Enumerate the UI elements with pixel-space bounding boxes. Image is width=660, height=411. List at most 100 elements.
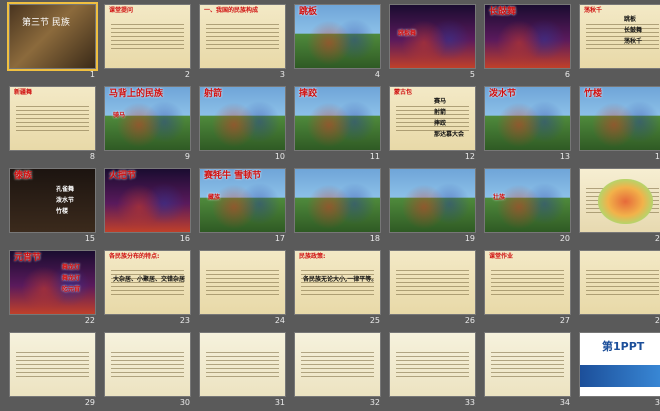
slide-number: 17: [275, 234, 285, 243]
slide-thumbnail-28[interactable]: 28: [576, 248, 660, 329]
slide-thumbnail-32[interactable]: 32: [291, 330, 386, 411]
slide-preview[interactable]: 赛牦牛 雪顿节藏族: [199, 168, 286, 233]
slide-thumbnail-30[interactable]: 30: [101, 330, 196, 411]
slide-number: 29: [85, 398, 95, 407]
slide-preview[interactable]: 马背上的民族骑马: [104, 86, 191, 151]
logo-banner: [580, 365, 660, 387]
slide-text: 跳板舞: [398, 31, 416, 37]
slide-thumbnail-5[interactable]: 跳板舞5: [386, 2, 481, 83]
slide-preview[interactable]: 壮族: [484, 168, 571, 233]
slide-thumbnail-11[interactable]: 摔跤 11: [291, 84, 386, 165]
slide-thumbnail-9[interactable]: 马背上的民族骑马9: [101, 84, 196, 165]
slide-thumbnail-2[interactable]: 课堂提问2: [101, 2, 196, 83]
slide-title: 长鼓舞: [489, 8, 516, 17]
slide-text: 各民族无论大小,一律平等。: [303, 277, 377, 283]
slide-thumbnail-19[interactable]: 19: [386, 166, 481, 247]
slide-preview[interactable]: 各民族分布的特点:大杂居、小聚居、交错杂居: [104, 250, 191, 315]
slide-number: 11: [370, 152, 380, 161]
slide-thumbnail-10[interactable]: 射箭10: [196, 84, 291, 165]
slide-preview[interactable]: 傣族孔雀舞泼水节竹楼: [9, 168, 96, 233]
slide-preview[interactable]: 射箭: [199, 86, 286, 151]
slide-title: 第1PPT: [602, 341, 644, 353]
slide-preview[interactable]: [294, 332, 381, 397]
slide-thumbnail-4[interactable]: 跳板4: [291, 2, 386, 83]
slide-title: 摔跤: [299, 90, 317, 99]
slide-thumbnail-6[interactable]: 长鼓舞 6: [481, 2, 576, 83]
slide-preview[interactable]: [9, 332, 96, 397]
slide-number: 30: [180, 398, 190, 407]
slide-preview[interactable]: [579, 168, 660, 233]
slide-number: 28: [655, 316, 660, 325]
slide-thumbnail-14[interactable]: 竹楼14: [576, 84, 660, 165]
slide-text: 骑马: [113, 113, 125, 119]
slide-thumbnail-1[interactable]: 第三节 民族1: [6, 2, 101, 83]
slide-thumbnail-15[interactable]: 傣族孔雀舞泼水节竹楼15: [6, 166, 101, 247]
slide-number: 21: [655, 234, 660, 243]
slide-preview[interactable]: 一、我国的民族构成: [199, 4, 286, 69]
slide-preview[interactable]: 课堂提问: [104, 4, 191, 69]
slide-thumbnail-27[interactable]: 课堂作业27: [481, 248, 576, 329]
slide-text: 大杂居、小聚居、交错杂居: [113, 277, 185, 283]
slide-thumbnail-22[interactable]: 元宵节舞龙灯舞龙灯吃元宵22: [6, 248, 101, 329]
slide-preview[interactable]: 第三节 民族: [9, 4, 96, 69]
text-lines: [206, 21, 279, 52]
slide-thumbnail-12[interactable]: 蒙古包赛马射箭摔跤那达慕大会12: [386, 84, 481, 165]
slide-thumbnail-21[interactable]: 21: [576, 166, 660, 247]
slide-preview[interactable]: 课堂作业: [484, 250, 571, 315]
slide-preview[interactable]: [389, 168, 476, 233]
slide-preview[interactable]: 蒙古包赛马射箭摔跤那达慕大会: [389, 86, 476, 151]
slide-thumbnail-13[interactable]: 泼水节13: [481, 84, 576, 165]
slide-preview[interactable]: 长鼓舞: [484, 4, 571, 69]
slide-preview[interactable]: [294, 168, 381, 233]
slide-number: 35: [655, 398, 660, 407]
slide-thumbnail-24[interactable]: 24: [196, 248, 291, 329]
slide-thumbnail-26[interactable]: 26: [386, 248, 481, 329]
slide-preview[interactable]: [199, 250, 286, 315]
slide-text: 射箭: [434, 110, 446, 116]
slide-preview[interactable]: 跳板: [294, 4, 381, 69]
slide-number: 6: [565, 70, 570, 79]
slide-text: 吃元宵: [62, 287, 80, 293]
slide-preview[interactable]: 第1PPT: [579, 332, 660, 397]
slide-preview[interactable]: 泼水节: [484, 86, 571, 151]
slide-number: 31: [275, 398, 285, 407]
slide-preview[interactable]: 元宵节舞龙灯舞龙灯吃元宵: [9, 250, 96, 315]
slide-preview[interactable]: [104, 332, 191, 397]
slide-preview[interactable]: [199, 332, 286, 397]
slide-thumbnail-7[interactable]: 荡秋千跳板长鼓舞荡秋千7: [576, 2, 660, 83]
slide-title: 民族政策:: [299, 254, 325, 260]
slide-thumbnail-23[interactable]: 各民族分布的特点:大杂居、小聚居、交错杂居23: [101, 248, 196, 329]
slide-preview[interactable]: 荡秋千跳板长鼓舞荡秋千: [579, 4, 660, 69]
slide-text: 舞龙灯: [62, 276, 80, 282]
slide-preview[interactable]: 民族政策: 各民族无论大小,一律平等。: [294, 250, 381, 315]
slide-preview[interactable]: 竹楼: [579, 86, 660, 151]
text-lines: [586, 267, 659, 298]
slide-preview[interactable]: 新疆舞: [9, 86, 96, 151]
slide-number: 3: [280, 70, 285, 79]
slide-number: 20: [560, 234, 570, 243]
slide-preview[interactable]: 火把节: [104, 168, 191, 233]
slide-thumbnail-20[interactable]: 壮族20: [481, 166, 576, 247]
slide-preview[interactable]: 摔跤: [294, 86, 381, 151]
slide-thumbnail-16[interactable]: 火把节16: [101, 166, 196, 247]
slide-thumbnail-25[interactable]: 民族政策:各民族无论大小,一律平等。25: [291, 248, 386, 329]
text-lines: [396, 267, 469, 298]
slide-thumbnail-18[interactable]: 18: [291, 166, 386, 247]
slide-thumbnail-3[interactable]: 一、我国的民族构成3: [196, 2, 291, 83]
slide-thumbnail-17[interactable]: 赛牦牛 雪顿节藏族17: [196, 166, 291, 247]
slide-title: 赛牦牛 雪顿节: [204, 172, 261, 181]
slide-preview[interactable]: [389, 332, 476, 397]
slide-thumbnail-34[interactable]: 34: [481, 330, 576, 411]
slide-thumbnail-8[interactable]: 新疆舞8: [6, 84, 101, 165]
text-lines: [16, 103, 89, 134]
china-map-image: [598, 179, 653, 224]
slide-number: 18: [370, 234, 380, 243]
slide-preview[interactable]: [389, 250, 476, 315]
slide-preview[interactable]: 跳板舞: [389, 4, 476, 69]
slide-preview[interactable]: [579, 250, 660, 315]
slide-thumbnail-33[interactable]: 33: [386, 330, 481, 411]
slide-thumbnail-35[interactable]: 第1PPT 35: [576, 330, 660, 411]
slide-thumbnail-31[interactable]: 31: [196, 330, 291, 411]
slide-thumbnail-29[interactable]: 29: [6, 330, 101, 411]
slide-preview[interactable]: [484, 332, 571, 397]
